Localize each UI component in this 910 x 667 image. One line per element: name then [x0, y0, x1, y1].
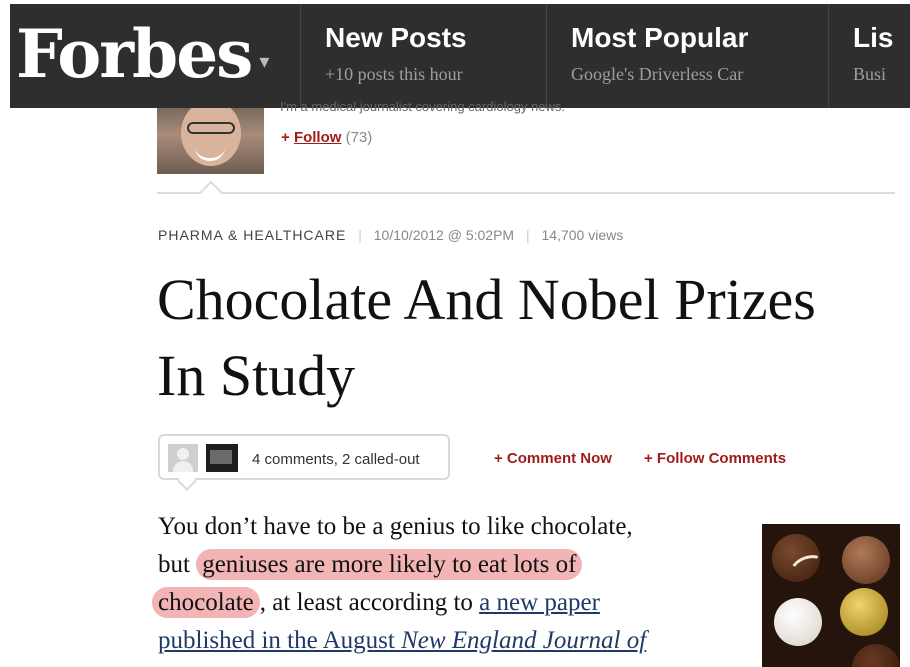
- user-avatar-icon: [168, 444, 198, 472]
- truffle-shape: [772, 534, 830, 586]
- body-line: but geniuses are more likely to eat lots…: [158, 549, 583, 580]
- body-line: chocolate, at least according to a new p…: [152, 587, 600, 618]
- highlighted-text: geniuses are more likely to eat lots of: [196, 549, 583, 580]
- title-line-2: In Study: [157, 343, 356, 408]
- nav-item-subtitle: Google's Driverless Car: [571, 64, 744, 84]
- highlighted-text: chocolate: [152, 587, 260, 618]
- top-nav: Forbes ▾ New Posts +10 posts this hour M…: [10, 4, 910, 108]
- author-bio: I'm a medical journalist covering cardio…: [280, 99, 565, 114]
- nav-item-subtitle: Busi: [853, 64, 887, 84]
- forbes-logo[interactable]: Forbes ▾: [16, 8, 269, 100]
- follow-author: + Follow (73): [281, 129, 372, 146]
- follow-comments-link[interactable]: + Follow Comments: [644, 450, 786, 467]
- follow-link[interactable]: Follow: [294, 129, 342, 146]
- article-meta: PHARMA & HEALTHCARE | 10/10/2012 @ 5:02P…: [158, 227, 623, 243]
- journal-link[interactable]: New England Journal of: [401, 627, 646, 654]
- nav-new-posts[interactable]: New Posts +10 posts this hour: [300, 4, 546, 108]
- nav-most-popular[interactable]: Most Popular Google's Driverless Car: [546, 4, 828, 108]
- comments-summary[interactable]: 4 comments, 2 called-out: [158, 434, 450, 480]
- chevron-down-icon[interactable]: ▾: [259, 49, 269, 74]
- truffle-shape: [852, 644, 900, 667]
- truffle-shape: [774, 598, 822, 646]
- glasses-shape: [187, 122, 235, 134]
- paper-link[interactable]: published in the August: [158, 627, 401, 654]
- meta-separator: |: [358, 227, 362, 243]
- nav-item-subtitle: +10 posts this hour: [325, 64, 463, 84]
- publish-date: 10/10/2012 @ 5:02PM: [373, 227, 515, 243]
- comment-now-link[interactable]: + Comment Now: [494, 450, 612, 467]
- body-line: You don’t have to be a genius to like ch…: [158, 513, 633, 540]
- body-text: , at least according to: [259, 589, 480, 616]
- author-avatar[interactable]: [157, 108, 264, 174]
- category-link[interactable]: PHARMA & HEALTHCARE: [158, 227, 346, 243]
- author-divider: [157, 192, 895, 194]
- title-line-1: Chocolate And Nobel Prizes: [157, 267, 816, 332]
- commenter-avatar: [206, 444, 238, 472]
- meta-separator: |: [525, 227, 530, 243]
- body-line: published in the August New England Jour…: [158, 627, 646, 655]
- paper-link[interactable]: a new paper: [479, 589, 600, 616]
- logo-text: Forbes: [16, 15, 253, 93]
- view-count: 14,700 views: [541, 227, 624, 243]
- follower-count: (73): [345, 129, 373, 146]
- chocolate-image[interactable]: [762, 524, 900, 667]
- truffle-shape: [840, 588, 888, 636]
- nav-item-title: New Posts: [325, 22, 467, 53]
- nav-lists[interactable]: Lis Busi: [828, 4, 910, 108]
- body-text: but: [158, 551, 197, 578]
- nav-item-title: Lis: [853, 22, 894, 53]
- comments-count: 4 comments, 2 called-out: [252, 451, 420, 468]
- nav-item-title: Most Popular: [571, 22, 749, 53]
- article-title: Chocolate And Nobel Prizes In Study: [157, 262, 897, 414]
- plus-icon[interactable]: +: [281, 129, 290, 146]
- truffle-shape: [842, 536, 890, 584]
- swirl-shape: [786, 550, 830, 586]
- divider-notch: [199, 180, 223, 204]
